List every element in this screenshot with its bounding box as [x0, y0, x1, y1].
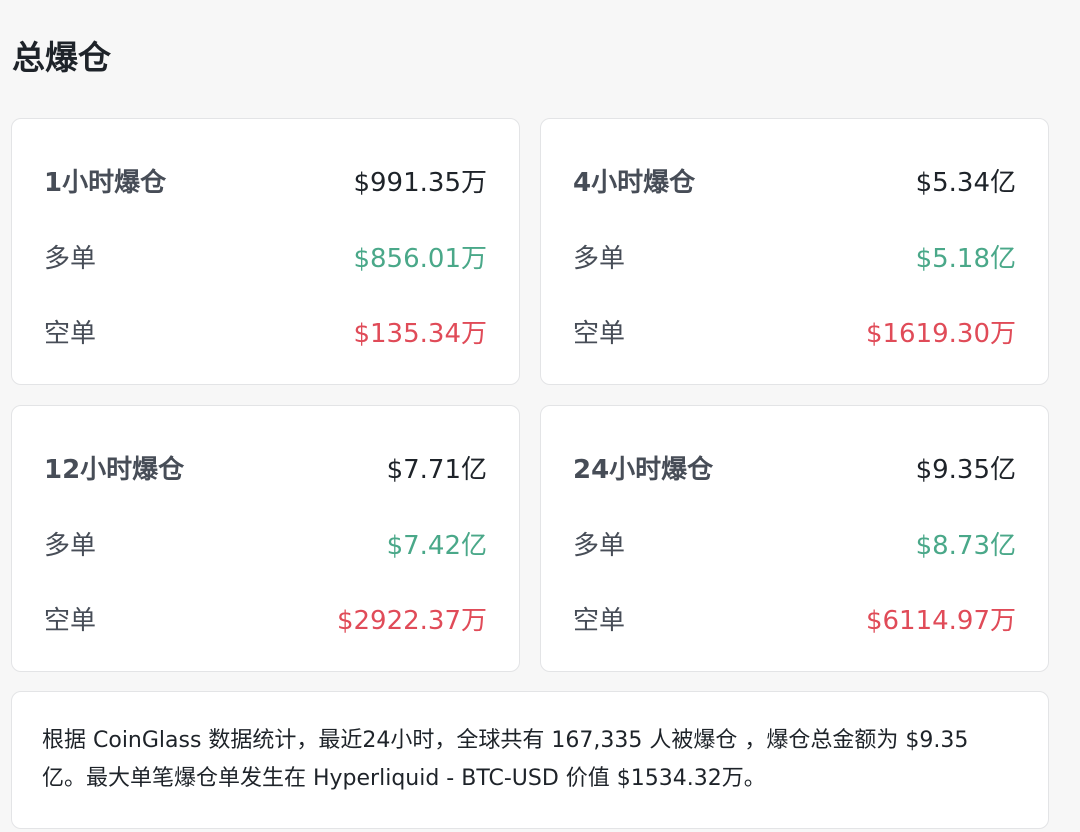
- period-label: 4小时爆仓: [573, 167, 696, 198]
- card-header-row: 1小时爆仓 $991.35万: [44, 160, 487, 200]
- card-header-row: 24小时爆仓 $9.35亿: [573, 447, 1016, 487]
- short-label: 空单: [573, 318, 626, 349]
- short-label: 空单: [573, 605, 626, 636]
- total-liquidation-value: $7.71亿: [386, 454, 487, 485]
- long-row: 多单 $5.18亿: [573, 236, 1016, 276]
- long-label: 多单: [44, 243, 97, 274]
- period-label: 24小时爆仓: [573, 454, 714, 485]
- long-label: 多单: [573, 530, 626, 561]
- short-row: 空单 $135.34万: [44, 311, 487, 351]
- liquidation-summary: 根据 CoinGlass 数据统计，最近24小时，全球共有 167,335 人被…: [11, 691, 1049, 829]
- short-row: 空单 $6114.97万: [573, 598, 1016, 638]
- long-value: $7.42亿: [386, 530, 487, 561]
- short-label: 空单: [44, 605, 97, 636]
- long-value: $5.18亿: [915, 243, 1016, 274]
- short-value: $1619.30万: [865, 318, 1016, 349]
- summary-text: 根据 CoinGlass 数据统计，最近24小时，全球共有 167,335 人被…: [42, 728, 969, 791]
- long-label: 多单: [44, 530, 97, 561]
- long-row: 多单 $7.42亿: [44, 523, 487, 563]
- long-value: $856.01万: [353, 243, 487, 274]
- short-value: $135.34万: [353, 318, 487, 349]
- card-header-row: 12小时爆仓 $7.71亿: [44, 447, 487, 487]
- short-value: $6114.97万: [865, 605, 1016, 636]
- long-value: $8.73亿: [915, 530, 1016, 561]
- short-row: 空单 $2922.37万: [44, 598, 487, 638]
- total-liquidation-value: $9.35亿: [915, 454, 1016, 485]
- long-label: 多单: [573, 243, 626, 274]
- short-label: 空单: [44, 318, 97, 349]
- liquidation-card-1h: 1小时爆仓 $991.35万 多单 $856.01万 空单 $135.34万: [11, 118, 520, 385]
- short-value: $2922.37万: [336, 605, 487, 636]
- period-label: 1小时爆仓: [44, 167, 167, 198]
- period-label: 12小时爆仓: [44, 454, 185, 485]
- total-liquidation-value: $5.34亿: [915, 167, 1016, 198]
- long-row: 多单 $8.73亿: [573, 523, 1016, 563]
- card-header-row: 4小时爆仓 $5.34亿: [573, 160, 1016, 200]
- short-row: 空单 $1619.30万: [573, 311, 1016, 351]
- liquidation-card-12h: 12小时爆仓 $7.71亿 多单 $7.42亿 空单 $2922.37万: [11, 405, 520, 672]
- liquidation-card-4h: 4小时爆仓 $5.34亿 多单 $5.18亿 空单 $1619.30万: [540, 118, 1049, 385]
- long-row: 多单 $856.01万: [44, 236, 487, 276]
- total-liquidation-value: $991.35万: [353, 167, 487, 198]
- page-title: 总爆仓: [12, 38, 111, 77]
- liquidation-card-24h: 24小时爆仓 $9.35亿 多单 $8.73亿 空单 $6114.97万: [540, 405, 1049, 672]
